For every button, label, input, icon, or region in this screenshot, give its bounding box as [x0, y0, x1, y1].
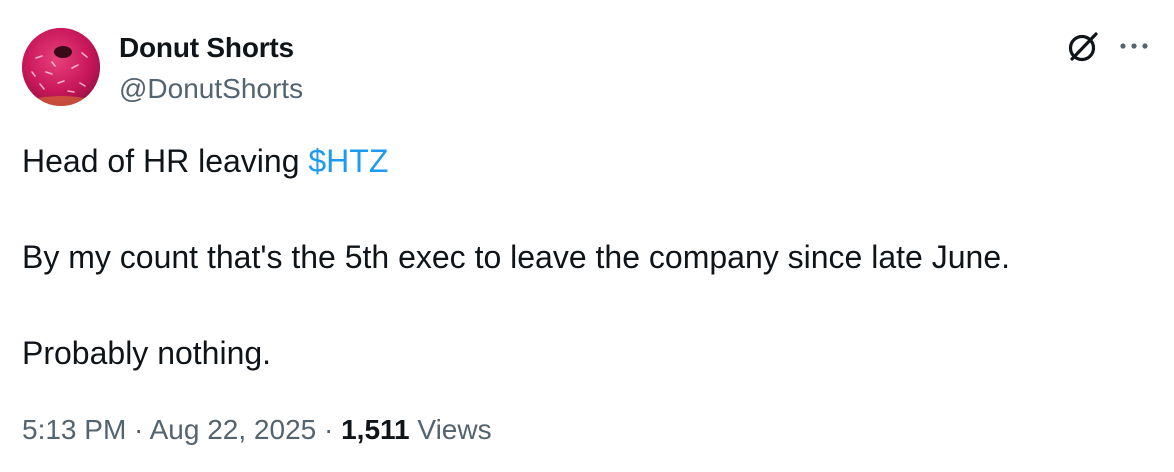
views-count: 1,511 [341, 414, 410, 445]
meta-separator: · [316, 414, 342, 445]
tweet-text-line-2: By my count that's the 5th exec to leave… [22, 239, 1010, 275]
meta-separator: · [126, 414, 150, 445]
user-handle[interactable]: @DonutShorts [119, 71, 303, 107]
grok-icon[interactable] [1066, 30, 1100, 64]
tweet-card: Donut Shorts @DonutShorts Head of HR lea… [0, 0, 1174, 472]
display-name[interactable]: Donut Shorts [119, 30, 294, 66]
profile-avatar[interactable] [22, 28, 100, 106]
tweet-text-line-1: Head of HR leaving $HTZ [22, 140, 388, 182]
views-label: Views [409, 414, 492, 445]
tweet-text-line-3: Probably nothing. [22, 335, 272, 371]
tweet-text: Head of HR leaving [22, 143, 309, 179]
cashtag-link[interactable]: $HTZ [308, 143, 388, 179]
tweet-date[interactable]: Aug 22, 2025 [150, 414, 317, 445]
donut-avatar-icon [22, 28, 100, 106]
tweet-metadata: 5:13 PM · Aug 22, 2025 · 1,511 Views [22, 412, 492, 448]
tweet-time[interactable]: 5:13 PM [22, 414, 126, 445]
more-options-icon[interactable] [1117, 36, 1151, 56]
